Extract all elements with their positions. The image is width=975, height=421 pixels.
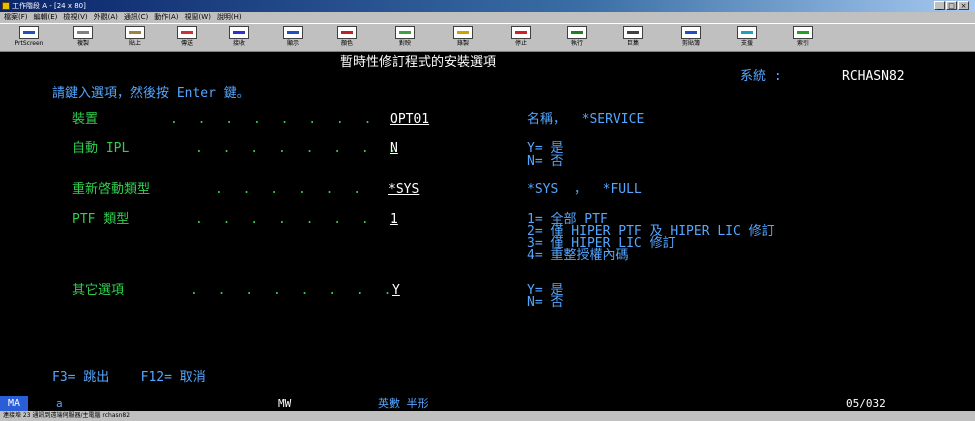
restart-type-help: *SYS ， *FULL xyxy=(527,182,642,197)
receive-icon xyxy=(229,26,249,39)
function-keys: F3= 跳出 F12= 取消 xyxy=(52,370,206,385)
clipboard-icon xyxy=(681,26,701,39)
menu-view[interactable]: 檢視(V) xyxy=(63,12,87,23)
device-help: 名稱， *SERVICE xyxy=(527,112,645,127)
printer-icon xyxy=(19,26,39,39)
clipboard-button[interactable]: 剪貼簿 xyxy=(666,26,716,50)
restart-type-label: 重新啓動類型 xyxy=(72,182,151,197)
emulator-window: 工作階段 A - [24 x 80] _ □ × 檔案(F) 編輯(E) 檢視(… xyxy=(0,0,975,421)
display-icon xyxy=(283,26,303,39)
close-button[interactable]: × xyxy=(958,1,969,10)
copy-button[interactable]: 複製 xyxy=(58,26,108,50)
run-button[interactable]: 執行 xyxy=(552,26,602,50)
other-options-help-no: N= 否 xyxy=(527,295,564,310)
restart-type-input[interactable]: *SYS xyxy=(388,182,444,197)
display-button[interactable]: 顯示 xyxy=(268,26,318,50)
title-bar: 工作階段 A - [24 x 80] _ □ × xyxy=(0,0,975,12)
minimize-button[interactable]: _ xyxy=(934,1,945,10)
copy-icon xyxy=(73,26,93,39)
menu-bar: 檔案(F) 編輯(E) 檢視(V) 外觀(A) 通訊(C) 動作(A) 視窗(W… xyxy=(0,12,975,23)
color-button[interactable]: 顏色 xyxy=(322,26,372,50)
menu-actions[interactable]: 動作(A) xyxy=(154,12,178,23)
ptf-type-help-4: 4= 重整授權內碼 xyxy=(527,248,629,263)
paste-icon xyxy=(125,26,145,39)
menu-edit[interactable]: 編輯(E) xyxy=(34,12,58,23)
record-button[interactable]: 錄製 xyxy=(438,26,488,50)
auto-ipl-input[interactable]: N xyxy=(390,141,398,156)
session-indicator: a xyxy=(56,397,63,410)
app-icon xyxy=(2,2,10,10)
record-icon xyxy=(453,26,473,39)
window-title: 工作階段 A - [24 x 80] xyxy=(12,2,86,10)
device-dots: . . . . . . . . . xyxy=(170,112,406,127)
send-button[interactable]: 傳送 xyxy=(162,26,212,50)
restart-type-dots: . . . . . . xyxy=(215,182,368,197)
macro-button[interactable]: 巨集 xyxy=(608,26,658,50)
stop-button[interactable]: 停止 xyxy=(496,26,546,50)
window-controls: _ □ × xyxy=(934,1,969,10)
system-label: 系統 : xyxy=(740,69,782,84)
prtscreen-button[interactable]: PrtScreen xyxy=(4,26,54,50)
ptf-type-label: PTF 類型 xyxy=(72,212,130,227)
color-icon xyxy=(337,26,357,39)
menu-window[interactable]: 視窗(W) xyxy=(185,12,211,23)
instruction-text: 請鍵入選項，然後按 Enter 鍵。 xyxy=(52,86,250,101)
device-input[interactable]: OPT01 xyxy=(390,112,500,127)
input-mode-indicator: 英數 半形 xyxy=(378,397,429,410)
other-options-dots: . . . . . . . . xyxy=(190,283,398,298)
macro-icon xyxy=(623,26,643,39)
status-bar: 連接埠 23 通訊到遠端伺服器/主電腦 rchasn82 xyxy=(0,411,975,421)
screen-title: 暫時性修訂程式的安裝選項 xyxy=(340,55,497,70)
mw-indicator: MW xyxy=(278,397,292,410)
paste-button[interactable]: 貼上 xyxy=(110,26,160,50)
terminal-screen[interactable]: 暫時性修訂程式的安裝選項 系統 : RCHASN82 請鍵入選項，然後按 Ent… xyxy=(0,52,975,396)
device-label: 裝置 xyxy=(72,112,99,127)
menu-communication[interactable]: 通訊(C) xyxy=(124,12,148,23)
globe-icon xyxy=(737,26,757,39)
other-options-label: 其它選項 xyxy=(72,283,125,298)
auto-ipl-dots: . . . . . . . . xyxy=(195,141,403,156)
run-icon xyxy=(567,26,587,39)
receive-button[interactable]: 接收 xyxy=(214,26,264,50)
mode-indicator: MA xyxy=(0,396,28,411)
cursor-position: 05/032 xyxy=(846,397,886,410)
send-icon xyxy=(177,26,197,39)
ptf-type-dots: . . . . . . . . xyxy=(195,212,403,227)
stop-icon xyxy=(511,26,531,39)
other-options-input[interactable]: Y xyxy=(392,283,400,298)
menu-appearance[interactable]: 外觀(A) xyxy=(94,12,118,23)
support-button[interactable]: 支援 xyxy=(722,26,772,50)
auto-ipl-label: 自動 IPL xyxy=(72,141,130,156)
system-value: RCHASN82 xyxy=(842,69,905,84)
index-icon xyxy=(793,26,813,39)
menu-help[interactable]: 說明(H) xyxy=(217,12,242,23)
map-icon xyxy=(395,26,415,39)
auto-ipl-help-no: N= 否 xyxy=(527,154,564,169)
operator-info-area: MA a MW 英數 半形 05/032 xyxy=(0,396,975,411)
menu-file[interactable]: 檔案(F) xyxy=(4,12,28,23)
index-button[interactable]: 索引 xyxy=(778,26,828,50)
maximize-button[interactable]: □ xyxy=(946,1,957,10)
map-button[interactable]: 對映 xyxy=(380,26,430,50)
toolbar: PrtScreen 複製 貼上 傳送 接收 顯示 顏色 對映 錄製 停止 執行 … xyxy=(0,23,975,52)
ptf-type-input[interactable]: 1 xyxy=(390,212,398,227)
